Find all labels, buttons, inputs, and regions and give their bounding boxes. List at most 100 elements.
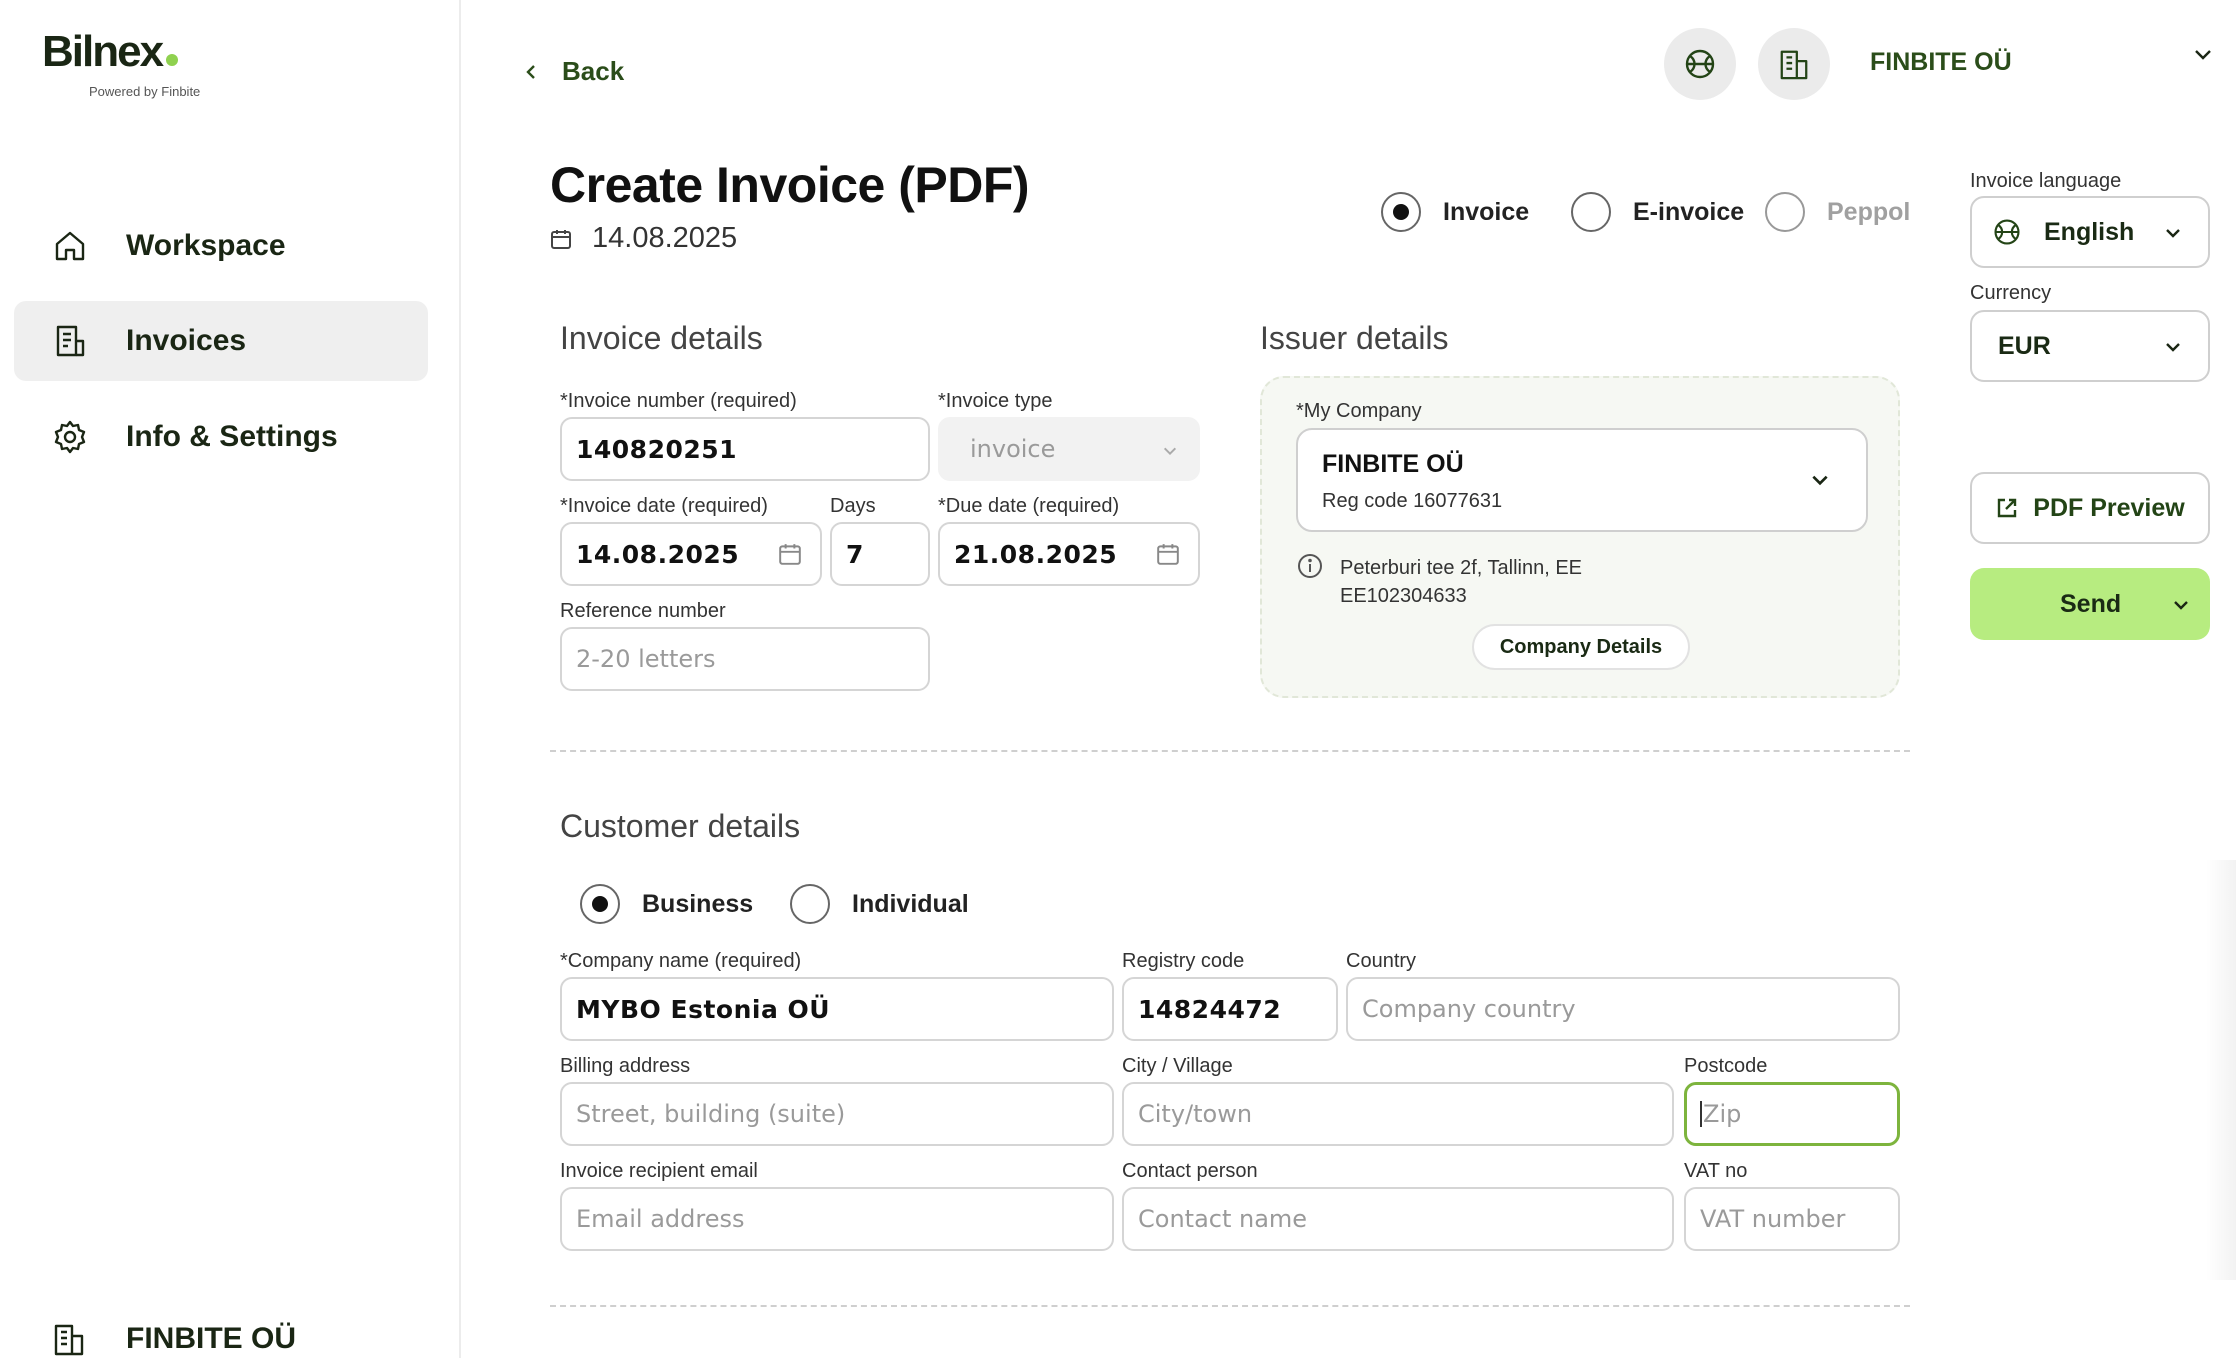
due-date-input[interactable]: 21.08.2025 [938, 522, 1200, 586]
reference-input[interactable]: 2-20 letters [560, 627, 930, 691]
invoice-date-label: *Invoice date (required) [560, 495, 768, 517]
issuer-vat: EE102304633 [1340, 585, 1467, 607]
company-button[interactable] [1758, 28, 1830, 100]
language-select[interactable]: English [1970, 196, 2210, 268]
invoice-number-label: *Invoice number (required) [560, 390, 797, 412]
language-button[interactable] [1664, 28, 1736, 100]
city-label: City / Village [1122, 1055, 1233, 1077]
chevron-down-icon [2166, 343, 2180, 352]
format-invoice[interactable]: Invoice [1381, 192, 1529, 232]
contact-person-input[interactable]: Contact name [1122, 1187, 1674, 1251]
invoice-type-select[interactable]: invoice [938, 417, 1200, 481]
invoice-type-value: invoice [970, 435, 1056, 463]
chevron-down-icon[interactable] [2192, 44, 2214, 66]
due-date-label: *Due date (required) [938, 495, 1120, 517]
chevron-down-icon [1812, 475, 1828, 486]
invoice-number-input[interactable]: 140820251 [560, 417, 930, 481]
billing-address-placeholder: Street, building (suite) [576, 1100, 846, 1128]
postcode-placeholder: Zip [1703, 1100, 1742, 1128]
format-peppol[interactable]: Peppol [1765, 192, 1910, 232]
customer-type-individual[interactable]: Individual [790, 884, 969, 924]
home-icon [55, 231, 85, 261]
logo-dot [166, 54, 179, 66]
country-placeholder: Company country [1362, 995, 1576, 1023]
page-date-value: 14.08.2025 [592, 222, 738, 254]
radio-invoice[interactable] [1381, 192, 1421, 232]
postcode-input[interactable]: Zip [1684, 1082, 1900, 1146]
language-label: Invoice language [1970, 170, 2122, 192]
city-placeholder: City/town [1138, 1100, 1253, 1128]
currency-label: Currency [1970, 282, 2052, 304]
logo-text: Bilnex [42, 27, 164, 76]
radio-label: Invoice [1443, 197, 1530, 226]
postcode-label: Postcode [1684, 1055, 1768, 1077]
contact-person-label: Contact person [1122, 1160, 1258, 1182]
format-e-invoice[interactable]: E-invoice [1571, 192, 1744, 232]
send-button[interactable]: Send [1970, 568, 2210, 640]
chevron-down-icon [1163, 447, 1177, 456]
recipient-email-input[interactable]: Email address [560, 1187, 1114, 1251]
calendar-icon[interactable] [1156, 542, 1180, 566]
back-label: Back [562, 56, 625, 86]
globe-icon [1994, 219, 2020, 245]
my-company-select[interactable]: FINBITE OÜ Reg code 16077631 [1296, 428, 1868, 532]
country-label: Country [1346, 950, 1417, 972]
sidebar-footer-company: FINBITE OÜ [126, 1322, 296, 1355]
issuer-address-line: Peterburi tee 2f, Tallinn, EE [1340, 557, 1582, 579]
company-details-button[interactable]: Company Details [1472, 624, 1690, 670]
currency-value: EUR [1998, 331, 2051, 360]
contact-person-placeholder: Contact name [1138, 1205, 1308, 1233]
radio-e-invoice[interactable] [1571, 192, 1611, 232]
billing-address-input[interactable]: Street, building (suite) [560, 1082, 1114, 1146]
back-button[interactable]: Back [524, 56, 624, 87]
info-icon [1298, 554, 1322, 578]
radio-individual[interactable] [790, 884, 830, 924]
radio-label: Individual [852, 889, 969, 918]
app-logo[interactable]: Bilnex Powered by Finbite [42, 27, 200, 100]
my-company-label: *My Company [1296, 400, 1422, 422]
radio-business[interactable] [580, 884, 620, 924]
days-value: 7 [846, 539, 864, 569]
registry-code-label: Registry code [1122, 950, 1245, 972]
calendar-icon[interactable] [778, 542, 802, 566]
current-company[interactable]: FINBITE OÜ [1870, 48, 2012, 77]
external-link-icon [1998, 498, 2017, 518]
recipient-email-placeholder: Email address [576, 1205, 745, 1233]
section-divider [550, 1305, 1910, 1307]
section-divider [550, 750, 1910, 752]
reference-placeholder: 2-20 letters [576, 645, 716, 673]
sidebar-item-invoices[interactable]: Invoices [14, 301, 428, 381]
send-label: Send [2060, 590, 2122, 618]
vat-no-input[interactable]: VAT number [1684, 1187, 1900, 1251]
sidebar-company-switcher[interactable]: FINBITE OÜ [52, 1322, 296, 1356]
chevron-left-icon [526, 64, 535, 79]
currency-select[interactable]: EUR [1970, 310, 2210, 382]
days-label: Days [830, 495, 876, 517]
city-input[interactable]: City/town [1122, 1082, 1674, 1146]
sidebar-item-workspace[interactable]: Workspace [14, 206, 428, 286]
country-input[interactable]: Company country [1346, 977, 1900, 1041]
text-cursor [1700, 1101, 1702, 1127]
pdf-preview-button[interactable]: PDF Preview [1970, 472, 2210, 544]
company-name-label: *Company name (required) [560, 950, 802, 972]
reference-label: Reference number [560, 600, 726, 622]
issuer-address: Peterburi tee 2f, Tallinn, EE EE10230463… [1340, 554, 1582, 610]
days-input[interactable]: 7 [830, 522, 930, 586]
sidebar-item-settings[interactable]: Info & Settings [14, 397, 428, 477]
radio-label: Peppol [1827, 197, 1911, 226]
vat-no-label: VAT no [1684, 1160, 1748, 1182]
radio-peppol[interactable] [1765, 192, 1805, 232]
company-name-input[interactable]: MYBO Estonia OÜ [560, 977, 1114, 1041]
invoice-date-input[interactable]: 14.08.2025 [560, 522, 822, 586]
globe-icon [1685, 49, 1715, 79]
customer-type-business[interactable]: Business [580, 884, 753, 924]
recipient-email-label: Invoice recipient email [560, 1160, 758, 1182]
gear-icon [54, 420, 86, 454]
building-icon [54, 1324, 84, 1356]
invoice-details-title: Invoice details [560, 320, 763, 356]
chevron-down-icon[interactable] [2172, 596, 2190, 614]
sidebar: Bilnex Powered by Finbite Workspace Invo… [0, 0, 461, 1358]
registry-code-input[interactable]: 14824472 [1122, 977, 1338, 1041]
issuer-details-title: Issuer details [1260, 320, 1449, 356]
logo-subtitle: Powered by Finbite [89, 84, 201, 99]
